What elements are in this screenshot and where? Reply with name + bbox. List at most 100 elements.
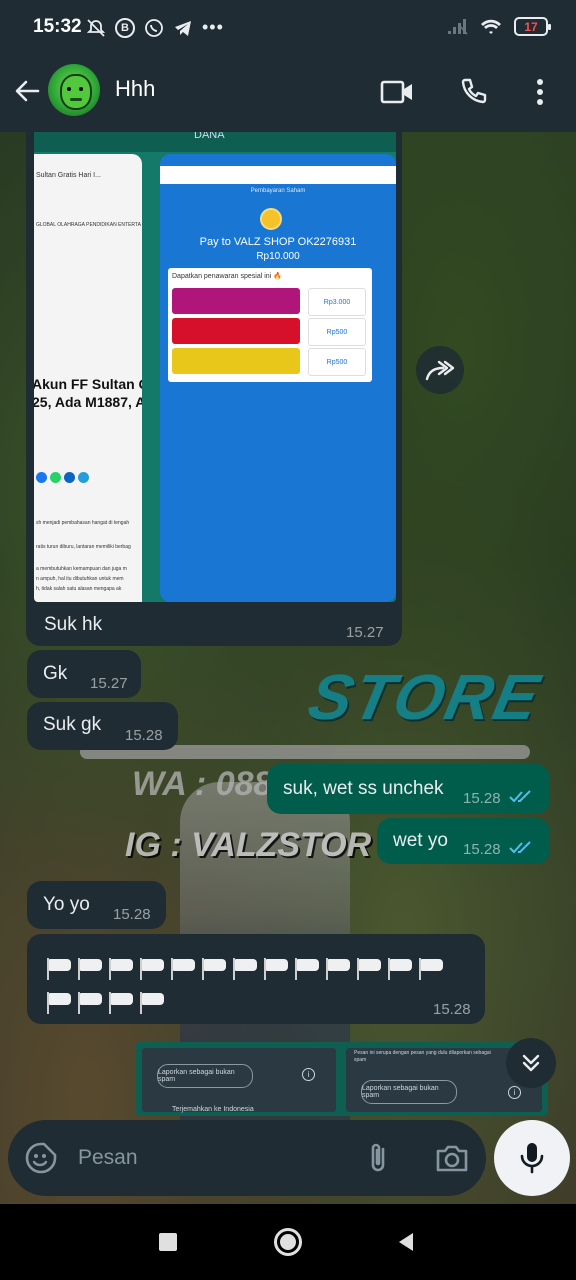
forward-icon [425,360,455,381]
article-paragraph-1: sh menjadi pembahasan hangat di tengah [36,520,130,526]
recent-apps-button[interactable] [159,1233,177,1251]
read-ticks-icon [509,841,531,854]
message-time: 15.28 [463,790,501,807]
message-text: suk, wet ss unchek [283,778,444,799]
screenshot-app-bar: DANA [34,132,396,152]
forward-button[interactable] [416,346,464,394]
attach-icon[interactable] [363,1141,393,1175]
wallpaper-ig-text: IG : VALZSTOR [125,826,372,864]
screenshot-image[interactable]: DANA Sultan Gratis Hari I... GLOBAL OLAH… [34,132,396,602]
white-flags [45,952,465,1020]
sticker-icon[interactable] [24,1141,58,1175]
status-icons-right: 17 [446,17,551,36]
battery-level: 17 [524,19,538,34]
message-time: 15.27 [90,675,128,692]
video-camera-icon [380,80,412,104]
message-bubble-incoming[interactable]: Yo yo 15.28 [27,881,166,929]
white-flag-emoji [417,958,443,980]
white-flag-emoji [138,992,164,1014]
message-time: 15.28 [125,727,163,744]
message-text: Yo yo [43,894,90,915]
white-flag-emoji [76,992,102,1014]
message-bubble-outgoing[interactable]: suk, wet ss unchek 15.28 [267,764,550,814]
article-paragraph-2: ratis turun diburu, lantaran memiliki be… [36,544,131,550]
message-bubble-outgoing[interactable]: wet yo 15.28 [377,818,550,864]
message-time: 15.28 [113,906,151,923]
article-title-2: 25, Ada M1887, AV [34,394,142,410]
voice-record-button[interactable] [494,1120,570,1196]
avatar[interactable] [48,64,100,116]
camera-icon[interactable] [435,1143,469,1173]
article-title-1: Akun FF Sultan Gra [34,376,142,392]
wifi-icon [481,19,501,34]
status-time: 15:32 [33,16,82,37]
promo-value-1: Rp3.000 [308,288,366,316]
message-time: 15.28 [433,1001,471,1018]
white-flag-emoji [138,958,164,980]
article-nav-text: GLOBAL OLAHRAGA PENDIDIKAN ENTERTA [36,222,141,228]
double-chevron-down-icon [522,1054,540,1072]
message-bubble-incoming[interactable]: 15.28 [27,934,485,1024]
promo-row-3 [172,348,300,374]
menu-button[interactable] [520,72,560,112]
contact-name[interactable]: Hhh [115,76,155,102]
whatsapp-icon [145,18,163,37]
white-flag-emoji [45,958,71,980]
video-call-button[interactable] [377,72,417,112]
message-text: Suk gk [43,714,102,735]
article-paragraph-4: n ampuh, hal itu dibutuhkan untuk mem [36,576,124,582]
share-icons [36,472,89,483]
pay-to-text: Pay to VALZ SHOP OK2276931 [199,236,357,248]
article-paragraph-5: h, tidak salah satu alasan mengapa ak [36,586,122,592]
white-flag-emoji [293,958,319,980]
info-icon: i [302,1068,315,1081]
wallpaper-store-text: STORE [302,661,547,733]
system-nav-bar [0,1204,576,1280]
more-vertical-icon [537,79,543,105]
more-dots-icon: ••• [202,17,224,37]
message-text: Gk [43,663,68,684]
white-flag-emoji [107,992,133,1014]
dana-payment-card: Pembayaran Saham Pay to VALZ SHOP OK2276… [160,154,396,602]
message-input[interactable]: Pesan [78,1146,138,1170]
article-paragraph-3: a membutuhkan kemampuan dan juga m [36,566,127,572]
white-flag-emoji [355,958,381,980]
article-top-text: Sultan Gratis Hari I... [36,172,101,179]
coin-icon [260,208,282,230]
promo-title: Dapatkan penawaran spesial ini 🔥 [172,273,282,280]
white-flag-emoji [200,958,226,980]
b-icon: B [115,17,135,38]
scroll-to-bottom-button[interactable] [506,1038,556,1088]
white-flag-emoji [107,958,133,980]
amount-text: Rp10.000 [256,251,300,262]
promo-box: Dapatkan penawaran spesial ini 🔥 Rp3.000… [168,268,372,382]
chat-header: Hhh [0,56,576,132]
promo-row-1 [172,288,300,314]
translate-text: Terjemahkan ke Indonesia [172,1106,254,1113]
spam-notice-text: Pesan ini serupa dengan pesan yang dulu … [354,1050,491,1063]
white-flag-emoji [76,958,102,980]
battery-icon: 17 [514,17,551,36]
preview-report-button-right: Laporkan sebagai bukan spam [361,1080,457,1104]
white-flag-emoji [45,992,71,1014]
dana-header-text: Pembayaran Saham [250,188,306,194]
info-icon: i [508,1086,521,1099]
message-time: 15.27 [346,624,384,641]
preview-report-button-left: Laporkan sebagai bukan spam [157,1064,253,1088]
message-text: Suk hk [44,614,103,635]
message-bubble-incoming[interactable]: Suk gk 15.28 [27,702,178,750]
back-arrow-icon[interactable] [12,76,42,106]
white-flag-emoji [386,958,412,980]
status-icons-left: B ••• [86,17,224,38]
signal-icon [448,18,468,34]
back-button[interactable] [395,1231,417,1253]
voice-call-button[interactable] [453,72,493,112]
message-bubble-incoming[interactable]: Gk 15.27 [27,650,141,698]
silent-icon [86,18,106,37]
dana-top-bar [160,166,396,184]
home-button[interactable] [274,1228,302,1256]
image-preview-bottom[interactable]: Laporkan sebagai bukan spam i Terjemahka… [136,1042,548,1116]
white-flag-emoji [324,958,350,980]
read-ticks-icon [509,790,531,803]
promo-row-2 [172,318,300,344]
